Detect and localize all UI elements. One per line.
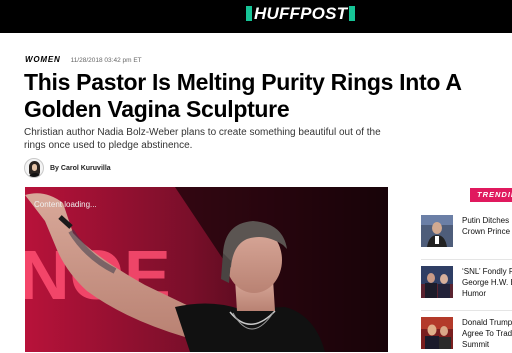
trending-item[interactable]: Donald Trump Agree To Trad Summit: [421, 317, 512, 353]
section-link[interactable]: WOMEN: [25, 55, 61, 64]
hero-photo: NOE: [25, 187, 388, 352]
logo-right-bar: [349, 6, 356, 21]
trending-thumbnail: [421, 266, 453, 298]
logo-text: HUFFPOST: [254, 4, 348, 23]
trending-item[interactable]: ‘SNL’ Fondly R George H.W. B Humor: [421, 266, 512, 311]
timestamp: 11/28/2018 03:42 pm ET: [70, 57, 142, 64]
byline: By Carol Kuruvilla: [24, 158, 111, 178]
article-headline: This Pastor Is Melting Purity Rings Into…: [24, 69, 461, 122]
article-dek: Christian author Nadia Bolz-Weber plans …: [24, 127, 381, 151]
trending-item[interactable]: Putin Ditches Crown Prince: [421, 215, 512, 260]
trending-headline: Donald Trump Agree To Trad Summit: [462, 318, 512, 349]
trending-headline: Putin Ditches Crown Prince: [462, 216, 511, 236]
divider: [421, 259, 512, 260]
article-meta: WOMEN 11/28/2018 03:42 pm ET: [25, 55, 142, 64]
hero-image[interactable]: NOE Content loading...: [25, 187, 388, 352]
author-name-link[interactable]: By Carol Kuruvilla: [50, 165, 111, 172]
huffpost-logo[interactable]: HUFFPOST: [246, 4, 356, 23]
top-navigation-bar: HUFFPOST: [0, 0, 512, 33]
trending-thumbnail: [421, 317, 453, 349]
trending-thumbnail: [421, 215, 453, 247]
author-avatar[interactable]: [24, 158, 44, 178]
trending-headline: ‘SNL’ Fondly R George H.W. B Humor: [462, 267, 512, 298]
trending-label: TRENDIN: [470, 188, 512, 202]
divider: [421, 310, 512, 311]
content-loading-text: Content loading...: [34, 200, 97, 209]
